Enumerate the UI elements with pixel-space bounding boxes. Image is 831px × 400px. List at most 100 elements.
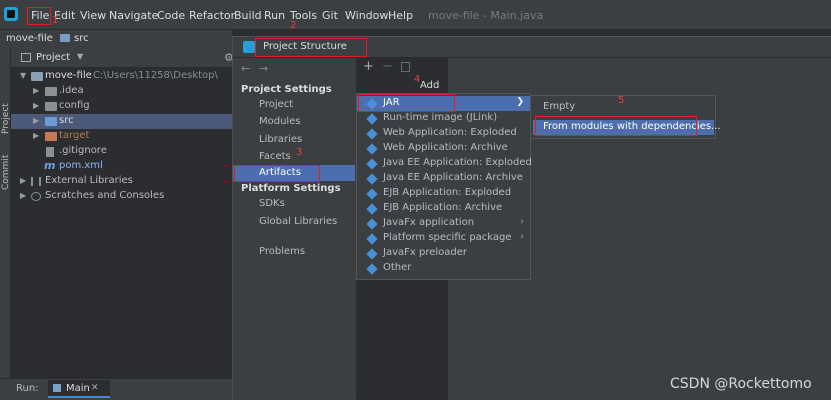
chevron-right-icon[interactable]: ▶ (20, 191, 28, 200)
add-popup: JAR ❯ Run-time image (JLink) Web Applica… (356, 93, 532, 280)
tree-row-scratches[interactable]: ▶ Scratches and Consoles (11, 189, 232, 204)
forward-arrow-icon[interactable]: → (259, 62, 268, 75)
add-item-other[interactable]: Other (357, 261, 532, 276)
chevron-right-icon: › (520, 217, 524, 227)
add-item-javaee-exploded[interactable]: Java EE Application: Exploded (357, 156, 532, 171)
project-tree: ▼ move-file C:\Users\11258\Desktop\ ▶ .i… (11, 68, 232, 378)
menu-build[interactable]: Build (234, 9, 262, 22)
close-icon[interactable]: ✕ (91, 383, 99, 393)
menu-view[interactable]: View (80, 9, 106, 22)
left-tool-strip: Project Commit (0, 48, 11, 378)
nav-sdks[interactable]: SDKs (259, 198, 285, 209)
artifact-diamond-icon (366, 173, 378, 185)
tree-label: config (59, 100, 90, 111)
menu-code[interactable]: Code (157, 9, 185, 22)
tree-row-config[interactable]: ▶ config (11, 99, 232, 114)
run-config-icon (53, 384, 61, 392)
menu-bar: File Edit View Navigate Code Refactor Bu… (0, 0, 831, 30)
tree-row-idea[interactable]: ▶ .idea (11, 84, 232, 99)
artifact-diamond-icon (366, 263, 378, 275)
artifact-diamond-icon (366, 143, 378, 155)
artifact-diamond-icon (366, 233, 378, 245)
add-item-label: Java EE Application: Exploded (383, 157, 532, 168)
menu-help[interactable]: Help (388, 9, 413, 22)
add-item-label: EJB Application: Exploded (383, 187, 512, 198)
nav-facets[interactable]: Facets (259, 151, 291, 162)
menu-window[interactable]: Window (345, 9, 388, 22)
nav-modules[interactable]: Modules (259, 116, 301, 127)
project-tool-tab[interactable]: Project (1, 103, 11, 134)
add-item-ejb-archive[interactable]: EJB Application: Archive (357, 201, 532, 216)
add-item-javafx-preloader[interactable]: JavaFx preloader (357, 246, 532, 261)
artifact-diamond-icon (366, 113, 378, 125)
tree-label: src (59, 115, 74, 126)
artifact-diamond-icon (366, 203, 378, 215)
tree-row-move-file[interactable]: ▼ move-file C:\Users\11258\Desktop\ (11, 69, 232, 84)
nav-libraries[interactable]: Libraries (259, 134, 302, 145)
menu-git[interactable]: Git (322, 9, 338, 22)
tree-row-external-libraries[interactable]: ▶ External Libraries (11, 174, 232, 189)
highlight-file-menu (27, 7, 51, 25)
run-tab-label: Main (66, 383, 90, 394)
chevron-down-icon[interactable]: ▼ (77, 52, 83, 61)
highlight-artifacts (234, 165, 320, 182)
add-popup-title: Add (420, 80, 440, 91)
add-item-web-exploded[interactable]: Web Application: Exploded (357, 126, 532, 141)
tree-label: pom.xml (59, 160, 103, 171)
add-item-label: Platform specific package (383, 232, 512, 243)
copy-icon[interactable] (401, 62, 410, 72)
artifact-diamond-icon (366, 248, 378, 260)
back-arrow-icon[interactable]: ← (241, 62, 250, 75)
file-icon (46, 147, 54, 157)
chevron-right-icon[interactable]: ▶ (33, 116, 41, 125)
tree-row-target[interactable]: ▶ target (11, 129, 232, 144)
add-item-label: Run-time image (JLink) (383, 112, 498, 123)
add-item-platform-package[interactable]: Platform specific package › (357, 231, 532, 246)
breadcrumb-project[interactable]: move-file (6, 33, 53, 44)
chevron-down-icon[interactable]: ▼ (20, 71, 28, 80)
tree-label: .idea (59, 85, 84, 96)
menu-refactor[interactable]: Refactor (189, 9, 235, 22)
excluded-folder-icon (45, 132, 57, 141)
add-item-label: EJB Application: Archive (383, 202, 503, 213)
submenu-empty[interactable]: Empty (543, 101, 575, 112)
add-item-label: Java EE Application: Archive (383, 172, 523, 183)
library-icon (31, 177, 41, 186)
add-icon[interactable]: + (363, 59, 374, 74)
tree-row-pom[interactable]: m pom.xml (11, 159, 232, 174)
section-project-settings: Project Settings (241, 84, 332, 95)
app-logo-icon (243, 41, 255, 53)
nav-global-libraries[interactable]: Global Libraries (259, 216, 337, 227)
add-item-label: JavaFx application (383, 217, 475, 228)
add-item-javaee-archive[interactable]: Java EE Application: Archive (357, 171, 532, 186)
add-item-label: Other (383, 262, 412, 273)
tree-row-src[interactable]: ▶ src (11, 114, 232, 129)
tree-row-gitignore[interactable]: .gitignore (11, 144, 232, 159)
nav-project[interactable]: Project (259, 99, 293, 110)
menu-navigate[interactable]: Navigate (109, 9, 158, 22)
remove-icon[interactable]: − (382, 59, 393, 74)
add-item-web-archive[interactable]: Web Application: Archive (357, 141, 532, 156)
add-item-label: JavaFx preloader (383, 247, 467, 258)
source-folder-icon (45, 117, 57, 126)
highlight-jar (358, 94, 455, 112)
project-panel-title[interactable]: Project (36, 52, 70, 63)
add-item-runtime-image[interactable]: Run-time image (JLink) (357, 111, 532, 126)
dialog-nav: ← → Project Settings Project Modules Lib… (233, 58, 355, 400)
menu-run[interactable]: Run (264, 9, 285, 22)
commit-tool-tab[interactable]: Commit (1, 155, 11, 190)
window-title: move-file - Main.java (428, 9, 544, 22)
chevron-right-icon[interactable]: ▶ (33, 86, 41, 95)
breadcrumb-src[interactable]: src (74, 33, 89, 44)
tree-label: move-file (45, 70, 92, 81)
chevron-right-icon[interactable]: ▶ (33, 131, 41, 140)
add-item-javafx-application[interactable]: JavaFx application › (357, 216, 532, 231)
nav-problems[interactable]: Problems (259, 246, 305, 257)
tree-label: Scratches and Consoles (45, 190, 165, 201)
chevron-right-icon[interactable]: ▶ (33, 101, 41, 110)
add-item-ejb-exploded[interactable]: EJB Application: Exploded (357, 186, 532, 201)
breadcrumb: move-file src (0, 30, 232, 48)
folder-icon (60, 34, 70, 42)
run-label: Run: (16, 383, 39, 394)
chevron-right-icon[interactable]: ▶ (20, 176, 28, 185)
